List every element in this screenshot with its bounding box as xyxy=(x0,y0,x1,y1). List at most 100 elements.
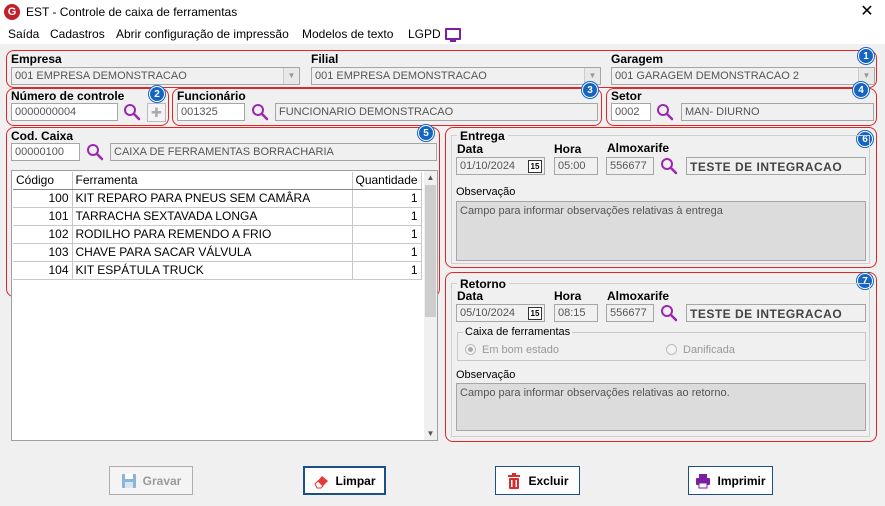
empresa-label: Empresa xyxy=(11,52,62,66)
close-button[interactable]: ✕ xyxy=(855,2,879,22)
search-icon[interactable] xyxy=(656,103,674,121)
filial-label: Filial xyxy=(311,52,339,66)
chevron-down-icon[interactable]: ▼ xyxy=(283,68,299,84)
imprimir-label: Imprimir xyxy=(717,473,766,488)
entrega-date-input[interactable]: 01/10/2024 15 xyxy=(456,157,545,175)
funcionario-code-input[interactable]: 001325 xyxy=(177,103,245,121)
cell-quantidade: 1 xyxy=(352,189,422,208)
cell-codigo: 101 xyxy=(13,207,73,226)
numero-controle-label: Número de controle xyxy=(11,89,125,103)
badge-3: 3 xyxy=(582,82,598,98)
add-icon[interactable]: ✚ xyxy=(147,103,166,122)
cell-codigo: 103 xyxy=(13,243,73,262)
caixa-name-field: CAIXA DE FERRAMENTAS BORRACHARIA xyxy=(110,143,437,161)
entrega-almox-label: Almoxarife xyxy=(607,141,670,155)
cell-quantidade: 1 xyxy=(352,243,422,262)
table-row[interactable]: 100 KIT REPARO PARA PNEUS SEM CAMÂRA 1 xyxy=(13,189,422,208)
cell-codigo: 100 xyxy=(13,189,73,208)
window-title: EST - Controle de caixa de ferramentas xyxy=(26,5,238,19)
monitor-icon[interactable] xyxy=(445,28,461,42)
scroll-down-icon[interactable]: ▼ xyxy=(424,427,437,440)
badge-2: 2 xyxy=(149,86,165,102)
retorno-hora-label: Hora xyxy=(554,289,582,303)
retorno-date-value: 05/10/2024 xyxy=(460,307,516,319)
garagem-value: 001 GARAGEM DEMONSTRACAO 2 xyxy=(615,70,799,82)
empresa-value: 001 EMPRESA DEMONSTRACAO xyxy=(15,70,187,82)
search-icon[interactable] xyxy=(660,157,678,175)
table-row[interactable]: 103 CHAVE PARA SACAR VÁLVULA 1 xyxy=(13,243,422,262)
col-ferramenta[interactable]: Ferramenta xyxy=(72,172,353,190)
retorno-almox-label: Almoxarife xyxy=(607,289,670,303)
badge-4: 4 xyxy=(853,82,869,98)
table-row[interactable]: 102 RODILHO PARA REMENDO A FRIO 1 xyxy=(13,225,422,244)
funcionario-name-field: FUNCIONARIO DEMONSTRACAO xyxy=(275,103,598,121)
eraser-icon xyxy=(314,475,329,488)
imprimir-button[interactable]: Imprimir xyxy=(688,466,773,495)
badge-5: 5 xyxy=(418,125,434,141)
setor-name-field: MAN- DIURNO xyxy=(681,103,874,121)
calendar-icon[interactable]: 15 xyxy=(528,307,542,320)
entrega-title: Entrega xyxy=(457,129,508,143)
badge-1: 1 xyxy=(858,48,874,64)
retorno-date-input[interactable]: 05/10/2024 15 xyxy=(456,304,545,322)
table-row[interactable]: 101 TARRACHA SEXTAVADA LONGA 1 xyxy=(13,207,422,226)
limpar-button[interactable]: Limpar xyxy=(303,466,386,495)
excluir-button[interactable]: Excluir xyxy=(495,466,580,495)
cell-ferramenta: KIT REPARO PARA PNEUS SEM CAMÂRA xyxy=(72,189,353,208)
menu-lgpd[interactable]: LGPD xyxy=(408,27,441,41)
retorno-hora-input[interactable]: 08:15 xyxy=(554,304,598,322)
col-quantidade[interactable]: Quantidade xyxy=(352,172,422,190)
menu-saida[interactable]: Saída xyxy=(8,27,39,41)
garagem-label: Garagem xyxy=(611,52,664,66)
entrega-obs-label: Observação xyxy=(456,186,516,198)
limpar-label: Limpar xyxy=(335,473,376,488)
menu-modelos-texto[interactable]: Modelos de texto xyxy=(302,27,393,41)
table-row[interactable]: 104 KIT ESPÁTULA TRUCK 1 xyxy=(13,261,422,280)
retorno-almox-code-input[interactable]: 556677 xyxy=(606,304,654,322)
search-icon[interactable] xyxy=(86,143,104,161)
gravar-label: Gravar xyxy=(142,473,182,488)
danificada-label: Danificada xyxy=(683,344,735,356)
excluir-label: Excluir xyxy=(528,473,569,488)
menu-cadastros[interactable]: Cadastros xyxy=(50,27,105,41)
entrega-almox-code-input[interactable]: 556677 xyxy=(606,157,654,175)
cell-codigo: 102 xyxy=(13,225,73,244)
save-icon xyxy=(121,473,136,488)
col-codigo[interactable]: Código xyxy=(13,172,73,190)
garagem-select[interactable]: 001 GARAGEM DEMONSTRACAO 2 ▼ xyxy=(611,67,875,85)
cod-caixa-input[interactable]: 00000100 xyxy=(11,143,80,161)
entrega-almox-name-field: TESTE DE INTEGRACAO xyxy=(686,157,866,175)
retorno-obs-label: Observação xyxy=(456,369,516,381)
search-icon[interactable] xyxy=(123,103,141,121)
scroll-up-icon[interactable]: ▲ xyxy=(424,171,437,184)
cell-ferramenta: TARRACHA SEXTAVADA LONGA xyxy=(72,207,353,226)
cell-quantidade: 1 xyxy=(352,225,422,244)
radio-danificada[interactable] xyxy=(666,344,677,355)
tools-grid[interactable]: Código Ferramenta Quantidade 100 KIT REP… xyxy=(11,170,438,441)
search-icon[interactable] xyxy=(660,304,678,322)
cell-codigo: 104 xyxy=(13,261,73,280)
entrega-obs-textarea[interactable]: Campo para informar observações relativa… xyxy=(456,201,866,261)
entrega-date-value: 01/10/2024 xyxy=(460,160,516,172)
search-icon[interactable] xyxy=(251,103,269,121)
radio-em-bom-estado[interactable] xyxy=(465,344,476,355)
em-bom-estado-label: Em bom estado xyxy=(482,344,560,356)
grid-scrollbar[interactable]: ▲ ▼ xyxy=(424,171,437,440)
cell-quantidade: 1 xyxy=(352,261,422,280)
filial-select[interactable]: 001 EMPRESA DEMONSTRACAO ▼ xyxy=(311,67,601,85)
retorno-obs-textarea[interactable]: Campo para informar observações relativa… xyxy=(456,383,866,431)
setor-code-input[interactable]: 0002 xyxy=(611,103,651,121)
gravar-button[interactable]: Gravar xyxy=(109,466,193,495)
cod-caixa-label: Cod. Caixa xyxy=(11,129,74,143)
entrega-data-label: Data xyxy=(457,142,484,156)
trash-icon xyxy=(508,472,521,489)
entrega-hora-label: Hora xyxy=(554,142,582,156)
retorno-data-label: Data xyxy=(457,289,484,303)
calendar-icon[interactable]: 15 xyxy=(528,160,542,173)
numero-controle-input[interactable]: 0000000004 xyxy=(11,103,118,121)
filial-value: 001 EMPRESA DEMONSTRACAO xyxy=(315,70,487,82)
empresa-select[interactable]: 001 EMPRESA DEMONSTRACAO ▼ xyxy=(11,67,300,85)
entrega-hora-input[interactable]: 05:00 xyxy=(554,157,598,175)
scroll-thumb[interactable] xyxy=(425,185,436,317)
menu-config-impressao[interactable]: Abrir configuração de impressão xyxy=(116,27,289,41)
